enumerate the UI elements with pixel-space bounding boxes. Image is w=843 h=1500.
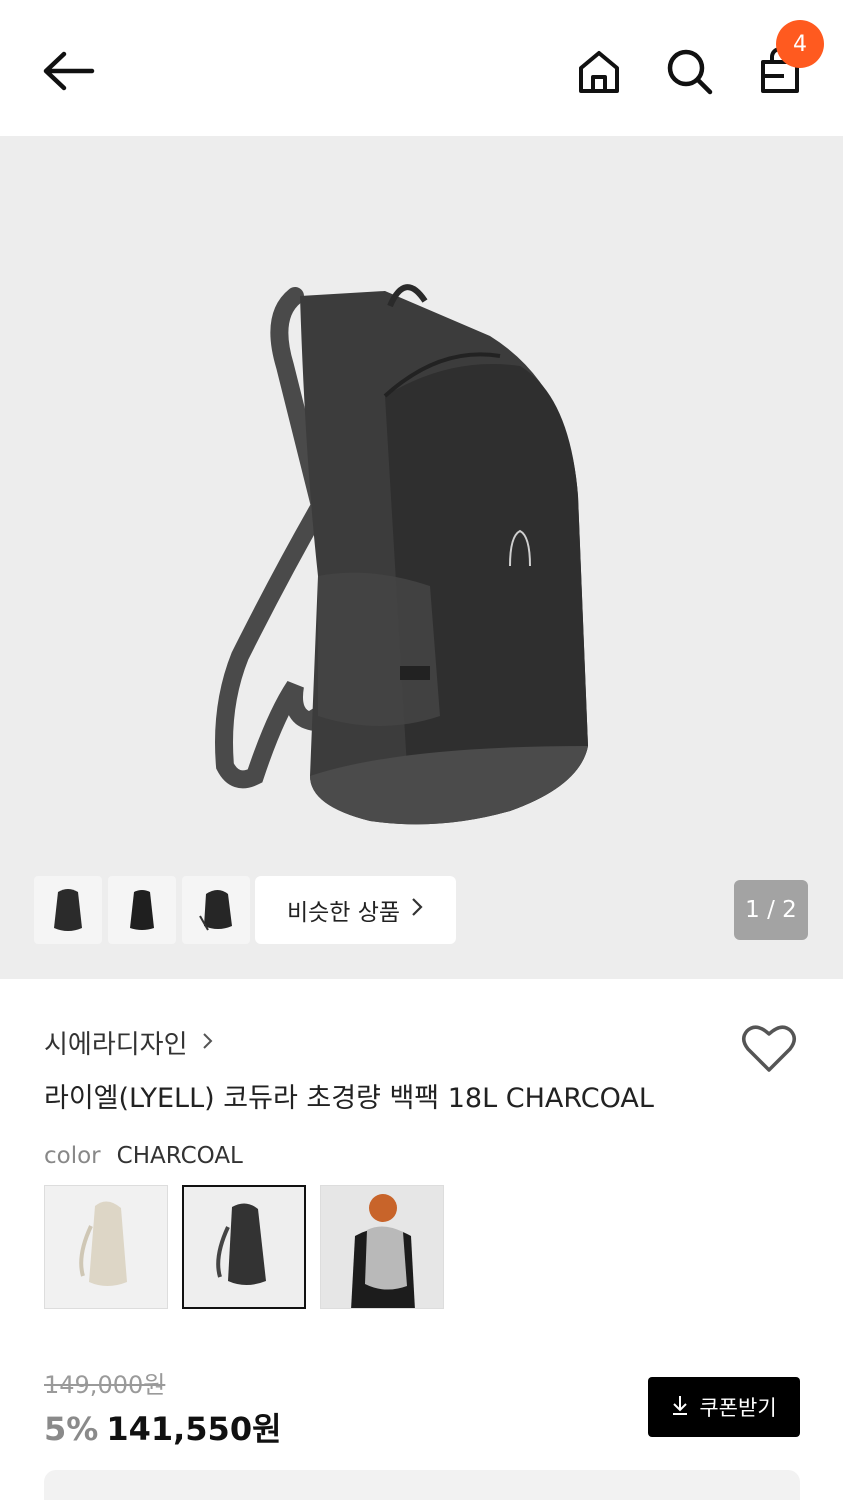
color-value: CHARCOAL <box>116 1143 243 1169</box>
thumbnail-1[interactable] <box>34 876 102 944</box>
coupon-button[interactable]: 쿠폰받기 <box>648 1377 800 1437</box>
similar-products-button[interactable]: 비슷한 상품 <box>255 876 456 944</box>
similar-products-label: 비슷한 상품 <box>286 900 401 926</box>
thumbnail-3[interactable] <box>182 876 250 944</box>
color-label: color <box>44 1143 101 1169</box>
discount-rate: 5% <box>44 1410 99 1448</box>
swatch-charcoal[interactable] <box>182 1185 306 1309</box>
arrow-left-icon[interactable] <box>40 48 98 94</box>
brand-name: 시에라디자인 <box>44 1030 188 1060</box>
product-image <box>215 284 588 825</box>
color-selector-label: color CHARCOAL <box>44 1143 243 1169</box>
swatch-beige[interactable] <box>44 1185 168 1309</box>
chevron-right-icon <box>410 896 424 924</box>
home-icon[interactable] <box>574 46 624 96</box>
info-box <box>44 1470 800 1500</box>
thumbnail-strip <box>34 876 250 944</box>
search-icon[interactable] <box>664 46 714 96</box>
heart-icon[interactable] <box>740 1022 798 1076</box>
sale-price: 141,550원 <box>106 1410 282 1448</box>
download-icon <box>671 1394 689 1421</box>
image-pager: 1 / 2 <box>734 880 808 940</box>
cart-count-badge: 4 <box>776 20 824 68</box>
swatch-model-gray[interactable] <box>320 1185 444 1309</box>
brand-link[interactable]: 시에라디자인 <box>44 1024 214 1061</box>
coupon-label: 쿠폰받기 <box>699 1396 777 1420</box>
top-bar: 4 <box>0 0 843 136</box>
price-row: 5% 141,550원 <box>44 1404 282 1450</box>
chevron-right-icon <box>202 1028 214 1058</box>
product-image-gallery[interactable]: 비슷한 상품 1 / 2 <box>0 136 843 979</box>
color-swatches <box>44 1185 444 1309</box>
thumbnail-2[interactable] <box>108 876 176 944</box>
product-title: 라이엘(LYELL) 코듀라 초경량 백팩 18L CHARCOAL <box>44 1083 654 1114</box>
original-price: 149,000원 <box>44 1371 166 1399</box>
